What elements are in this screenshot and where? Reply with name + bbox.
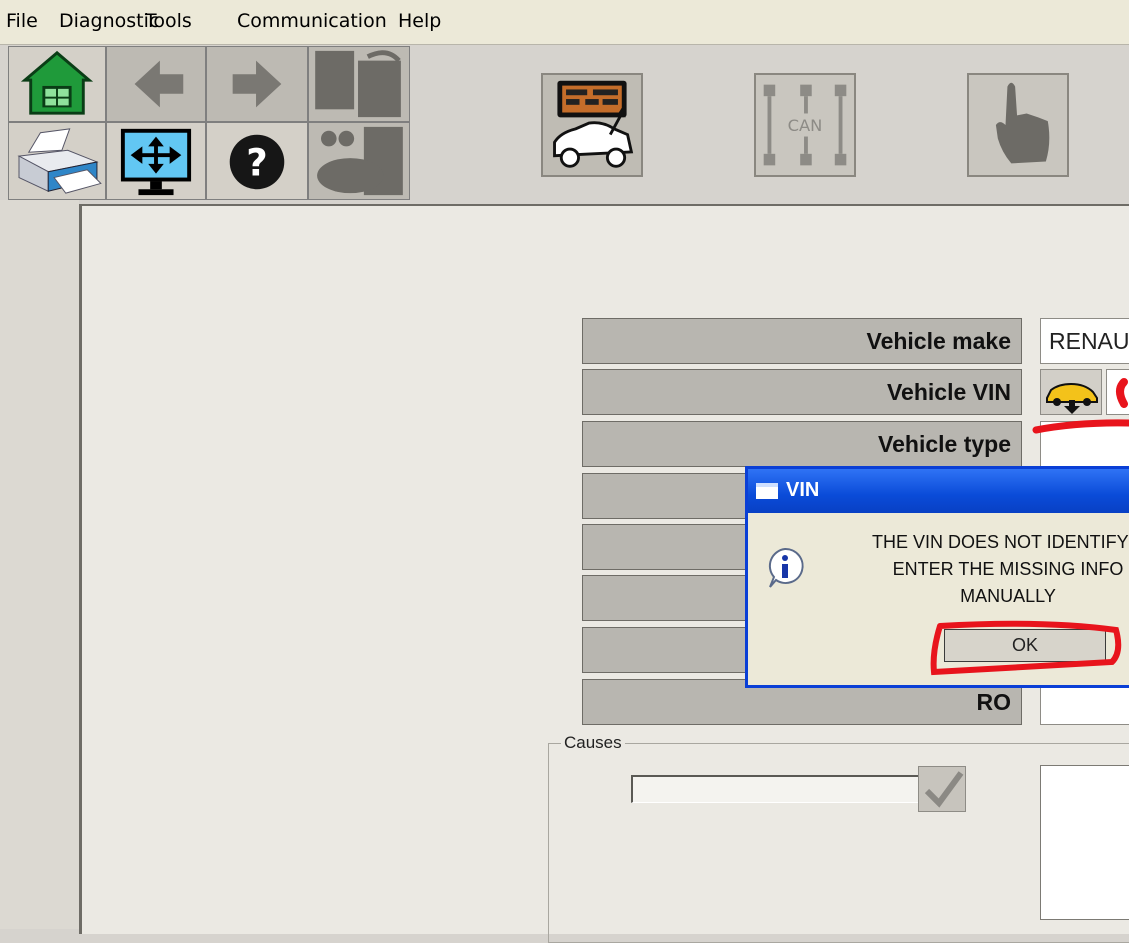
back-button[interactable] [106, 46, 206, 122]
causes-title: Causes [561, 733, 625, 753]
fullscreen-button[interactable] [106, 122, 206, 200]
left-panel [0, 200, 79, 929]
svg-text:?: ? [246, 142, 267, 185]
label-vehicle-make: Vehicle make [582, 318, 1022, 364]
annotation-vin-mark [1032, 378, 1129, 434]
home-icon [20, 50, 94, 115]
can-bus-button[interactable]: CAN [754, 73, 856, 177]
dialog-message-line1: THE VIN DOES NOT IDENTIFY T [871, 532, 1129, 552]
dialog-message: THE VIN DOES NOT IDENTIFY T ENTER THE MI… [818, 529, 1129, 610]
causes-list[interactable] [1040, 765, 1129, 920]
help-button[interactable]: ? [206, 122, 308, 200]
checkmark-icon [924, 771, 964, 808]
can-label: CAN [788, 116, 823, 135]
tools-icon [317, 126, 403, 196]
monitor-icon [120, 128, 192, 196]
arrow-right-icon [232, 60, 282, 108]
info-icon [768, 547, 804, 588]
label-vehicle-type: Vehicle type [582, 421, 1022, 467]
menu-help[interactable]: Help [398, 10, 441, 32]
hand-pointer-icon [995, 82, 1050, 164]
menu-bar: File Diagnostic Tools Communication Help [0, 0, 1129, 45]
manual-select-button[interactable] [967, 73, 1069, 177]
print-button[interactable] [8, 122, 106, 200]
confirm-cause-button[interactable] [918, 766, 966, 812]
menu-communication[interactable]: Communication [237, 10, 387, 32]
can-icon: CAN [763, 84, 847, 166]
vehicle-ident-button[interactable] [541, 73, 643, 177]
annotation-ok-circle [930, 620, 1122, 676]
printer-icon [17, 128, 102, 194]
dialog-title-bar[interactable]: VIN [748, 469, 1129, 513]
window-icon [756, 483, 778, 499]
pages-button[interactable] [308, 46, 410, 122]
question-icon: ? [229, 134, 285, 190]
vehicle-make-field[interactable]: RENAU [1040, 318, 1129, 364]
menu-tools[interactable]: Tools [145, 10, 192, 32]
dialog-title: VIN [786, 479, 820, 501]
car-ecu-icon [553, 80, 634, 168]
menu-file[interactable]: File [6, 10, 38, 32]
dialog-message-line2: ENTER THE MISSING INFO [892, 559, 1124, 579]
forward-button[interactable] [206, 46, 308, 122]
cause-input[interactable] [631, 775, 918, 803]
dialog-message-line3: MANUALLY [960, 586, 1056, 606]
home-button[interactable] [8, 46, 106, 122]
tools-button[interactable] [308, 122, 410, 200]
label-vehicle-vin: Vehicle VIN [582, 369, 1022, 415]
pages-icon [315, 50, 401, 118]
arrow-left-icon [134, 60, 184, 108]
